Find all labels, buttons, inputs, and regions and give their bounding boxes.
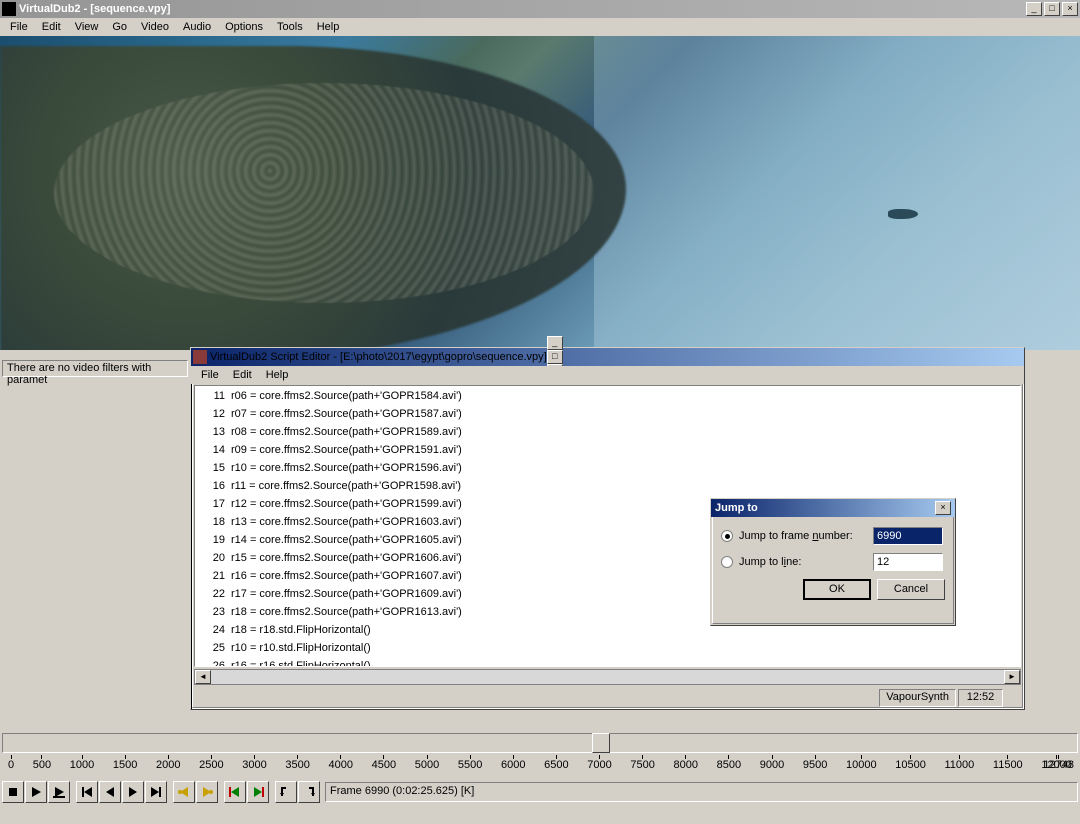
video-content: [888, 209, 918, 219]
jump-dialog-title: Jump to: [715, 502, 935, 514]
menu-video[interactable]: Video: [135, 20, 175, 34]
filter-params-bar: There are no video filters with paramet: [2, 360, 188, 377]
step-back-button[interactable]: [99, 781, 121, 803]
transport-toolbar: Frame 6990 (0:02:25.625) [K]: [2, 780, 1078, 804]
jump-dialog-titlebar[interactable]: Jump to ×: [711, 499, 955, 517]
script-editor-menubar: File Edit Help: [191, 366, 1024, 384]
jump-to-dialog: Jump to × Jump to frame number: Jump to …: [710, 498, 956, 626]
menu-help[interactable]: Help: [311, 20, 346, 34]
ruler-tick: 0: [8, 755, 14, 775]
ruler-tick: 8000: [674, 755, 698, 775]
video-content: [594, 36, 1080, 350]
ruler-tick: 11000: [944, 755, 974, 775]
script-minimize-button[interactable]: _: [547, 336, 563, 350]
menu-options[interactable]: Options: [219, 20, 269, 34]
ruler-tick: 7500: [630, 755, 654, 775]
radio-jump-frame[interactable]: [721, 530, 733, 542]
step-forward-button[interactable]: [122, 781, 144, 803]
status-engine: VapourSynth: [879, 689, 956, 707]
ruler-tick: 11500: [993, 755, 1023, 775]
ruler-tick: 8500: [717, 755, 741, 775]
video-content: [54, 83, 594, 303]
line-number-gutter: 11121314151617181920212223242526: [195, 386, 229, 666]
mark-out-button[interactable]: [298, 781, 320, 803]
script-editor-statusbar: VapourSynth 12:52: [194, 689, 1021, 707]
timeline-thumb[interactable]: [592, 733, 610, 753]
goto-start-button[interactable]: [76, 781, 98, 803]
stop-button[interactable]: [2, 781, 24, 803]
scroll-left-button[interactable]: ◄: [195, 670, 211, 684]
input-frame-number[interactable]: [873, 527, 943, 545]
status-cursor-pos: 12:52: [958, 689, 1003, 707]
scroll-right-button[interactable]: ►: [1004, 670, 1020, 684]
timeline: 0 500 1000 1500 2000 2500 3000 3500 4000 4500 5000…: [2, 733, 1078, 775]
menu-edit[interactable]: Edit: [36, 20, 67, 34]
video-preview[interactable]: [0, 36, 1080, 350]
ruler-tick: 500: [33, 755, 51, 775]
main-maximize-button[interactable]: □: [1044, 2, 1060, 16]
timeline-track[interactable]: [2, 733, 1078, 753]
script-horizontal-scrollbar[interactable]: ◄ ►: [194, 669, 1021, 685]
ruler-tick: 1000: [70, 755, 94, 775]
scroll-track[interactable]: [211, 670, 1004, 684]
ruler-tick: 4000: [329, 755, 353, 775]
main-menubar: File Edit View Go Video Audio Options To…: [0, 18, 1080, 36]
goto-end-button[interactable]: [145, 781, 167, 803]
menu-tools[interactable]: Tools: [271, 20, 309, 34]
menu-file[interactable]: File: [4, 20, 34, 34]
main-window-title: VirtualDub2 - [sequence.vpy]: [19, 3, 1026, 15]
next-keyframe-button[interactable]: [196, 781, 218, 803]
jump-dialog-close-button[interactable]: ×: [935, 501, 951, 515]
prev-scene-button[interactable]: [224, 781, 246, 803]
script-editor-title: VirtualDub2 Script Editor - [E:\photo\20…: [210, 351, 547, 363]
ruler-tick: 3500: [285, 755, 309, 775]
ruler-tick: 10500: [895, 755, 926, 775]
script-menu-file[interactable]: File: [195, 368, 225, 382]
script-menu-help[interactable]: Help: [260, 368, 295, 382]
timeline-ruler: 0 500 1000 1500 2000 2500 3000 3500 4000 4500 5000…: [2, 753, 1078, 775]
app-icon: [2, 2, 16, 16]
menu-go[interactable]: Go: [106, 20, 133, 34]
frame-status: Frame 6990 (0:02:25.625) [K]: [325, 782, 1078, 802]
ruler-tick: 2500: [199, 755, 223, 775]
mark-in-button[interactable]: [275, 781, 297, 803]
menu-audio[interactable]: Audio: [177, 20, 217, 34]
ruler-tick: 3000: [242, 755, 266, 775]
play-output-button[interactable]: [48, 781, 70, 803]
ruler-tick: 2000: [156, 755, 180, 775]
radio-jump-line[interactable]: [721, 556, 733, 568]
ruler-tick: 5500: [458, 755, 482, 775]
ruler-tick: 6500: [544, 755, 568, 775]
menu-view[interactable]: View: [69, 20, 105, 34]
label-jump-frame: Jump to frame number:: [739, 530, 867, 542]
ruler-tick: 5000: [415, 755, 439, 775]
ruler-tick: 6000: [501, 755, 525, 775]
ruler-tick: 1500: [113, 755, 137, 775]
ruler-tick: 9500: [803, 755, 827, 775]
next-scene-button[interactable]: [247, 781, 269, 803]
cancel-button[interactable]: Cancel: [877, 579, 945, 600]
play-input-button[interactable]: [25, 781, 47, 803]
ok-button[interactable]: OK: [803, 579, 871, 600]
prev-keyframe-button[interactable]: [173, 781, 195, 803]
ruler-tick: 10000: [846, 755, 877, 775]
script-menu-edit[interactable]: Edit: [227, 368, 258, 382]
main-titlebar: VirtualDub2 - [sequence.vpy] _ □ ×: [0, 0, 1080, 18]
script-editor-icon: [193, 350, 207, 364]
ruler-tick: 4500: [372, 755, 396, 775]
ruler-last: 12748: [1043, 755, 1074, 771]
script-maximize-button[interactable]: □: [547, 350, 563, 364]
input-line-number[interactable]: [873, 553, 943, 571]
script-editor-titlebar[interactable]: VirtualDub2 Script Editor - [E:\photo\20…: [191, 348, 1024, 366]
main-minimize-button[interactable]: _: [1026, 2, 1042, 16]
ruler-tick: 7000: [587, 755, 611, 775]
label-jump-line: Jump to line:: [739, 556, 867, 568]
ruler-tick: 9000: [760, 755, 784, 775]
main-close-button[interactable]: ×: [1062, 2, 1078, 16]
